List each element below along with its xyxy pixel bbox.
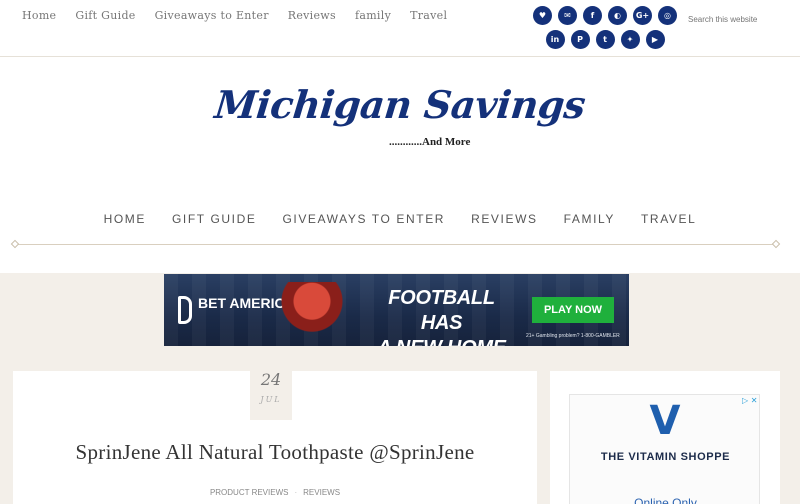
divider-diamond-right <box>771 239 781 249</box>
divider-diamond-left <box>10 239 20 249</box>
sidebar-ad[interactable]: ▷ ✕ V THE VITAMIN SHOPPE Online Only <box>569 394 760 504</box>
site-tagline: ............And More <box>389 136 471 148</box>
post-title[interactable]: SprinJene All Natural Toothpaste @SprinJ… <box>0 440 550 465</box>
post-date-day: 24 <box>260 370 282 389</box>
header-divider <box>18 244 778 245</box>
linkedin-icon[interactable]: in <box>545 30 565 49</box>
football-player-image <box>276 282 348 346</box>
main-nav-home[interactable]: HOME <box>104 212 146 226</box>
vitamin-shoppe-logo-icon: V <box>649 398 681 444</box>
ad-headline-line2: A NEW HOME <box>369 336 514 346</box>
email-icon[interactable]: ✉ <box>558 6 577 25</box>
top-nav-home[interactable]: Home <box>22 9 56 22</box>
site-logo[interactable]: Michigan Savings <box>0 82 800 127</box>
top-nav-giveaways[interactable]: Giveaways to Enter <box>155 9 269 22</box>
post-categories: PRODUCT REVIEWS · REVIEWS <box>0 488 550 497</box>
twitter-icon[interactable]: ✦ <box>620 30 640 49</box>
ad-headline: FOOTBALL HAS A NEW HOME <box>369 286 514 346</box>
heart-icon[interactable]: ♥ <box>533 6 552 25</box>
category-reviews[interactable]: REVIEWS <box>303 488 340 497</box>
social-icons: ♥ ✉ f ◐ G+ ◎ in P t ✦ ▶ <box>530 6 680 49</box>
top-nav-travel[interactable]: Travel <box>410 9 447 22</box>
facebook-icon[interactable]: f <box>583 6 602 25</box>
ad-headline-line1: FOOTBALL HAS <box>388 287 495 334</box>
category-separator: · <box>294 488 298 497</box>
play-now-button[interactable]: PLAY NOW <box>532 297 614 323</box>
top-nav-family[interactable]: family <box>355 9 391 22</box>
vitamin-shoppe-brand: THE VITAMIN SHOPPE <box>600 451 731 463</box>
tumblr-icon[interactable]: t <box>595 30 615 49</box>
post-date-month: JUL <box>260 395 282 404</box>
search-input[interactable] <box>688 11 788 27</box>
ad-brand-b-icon <box>178 296 192 324</box>
vitamin-shoppe-subtext: Online Only <box>634 496 697 504</box>
github-icon[interactable]: ◐ <box>608 6 627 25</box>
main-nav-gift-guide[interactable]: GIFT GUIDE <box>172 212 256 226</box>
top-nav: Home Gift Guide Giveaways to Enter Revie… <box>22 9 466 22</box>
youtube-icon[interactable]: ▶ <box>645 30 665 49</box>
google-plus-icon[interactable]: G+ <box>633 6 652 25</box>
site-header: Michigan Savings ............And More HO… <box>0 57 800 273</box>
main-nav: HOME GIFT GUIDE GIVEAWAYS TO ENTER REVIE… <box>0 212 800 226</box>
post-date-badge: 24 JUL <box>250 354 292 420</box>
main-nav-family[interactable]: FAMILY <box>564 212 615 226</box>
main-nav-travel[interactable]: TRAVEL <box>641 212 696 226</box>
ad-fine-print: 21+ Gambling problem? 1-800-GAMBLER <box>526 333 620 339</box>
adchoices-icon[interactable]: ▷ ✕ <box>742 396 757 405</box>
category-product-reviews[interactable]: PRODUCT REVIEWS <box>210 488 289 497</box>
main-nav-reviews[interactable]: REVIEWS <box>471 212 538 226</box>
main-nav-giveaways[interactable]: GIVEAWAYS TO ENTER <box>282 212 445 226</box>
instagram-icon[interactable]: ◎ <box>658 6 677 25</box>
top-nav-reviews[interactable]: Reviews <box>288 9 336 22</box>
top-bar: Home Gift Guide Giveaways to Enter Revie… <box>0 0 800 57</box>
ad-banner[interactable]: BET AMERICA FOOTBALL HAS A NEW HOME PLAY… <box>164 274 629 346</box>
top-nav-gift-guide[interactable]: Gift Guide <box>75 9 135 22</box>
pinterest-icon[interactable]: P <box>570 30 590 49</box>
